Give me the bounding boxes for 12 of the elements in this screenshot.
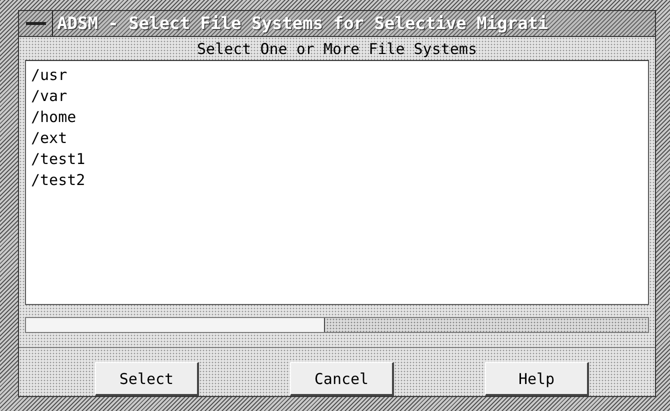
- horizontal-scrollbar[interactable]: [25, 317, 649, 333]
- dialog-button[interactable]: Help: [485, 362, 589, 396]
- scroll-thumb[interactable]: [26, 318, 325, 332]
- list-heading: Select One or More File Systems: [197, 39, 477, 60]
- file-system-item[interactable]: /usr: [29, 65, 70, 86]
- file-system-item[interactable]: /var: [29, 86, 70, 107]
- dialog-button[interactable]: Cancel: [290, 362, 394, 396]
- file-system-item[interactable]: /home: [29, 107, 78, 128]
- file-system-item[interactable]: /test1: [29, 149, 88, 170]
- file-system-item[interactable]: /ext: [29, 128, 70, 149]
- file-system-item[interactable]: /test2: [29, 170, 88, 191]
- dialog-button[interactable]: Select: [95, 362, 199, 396]
